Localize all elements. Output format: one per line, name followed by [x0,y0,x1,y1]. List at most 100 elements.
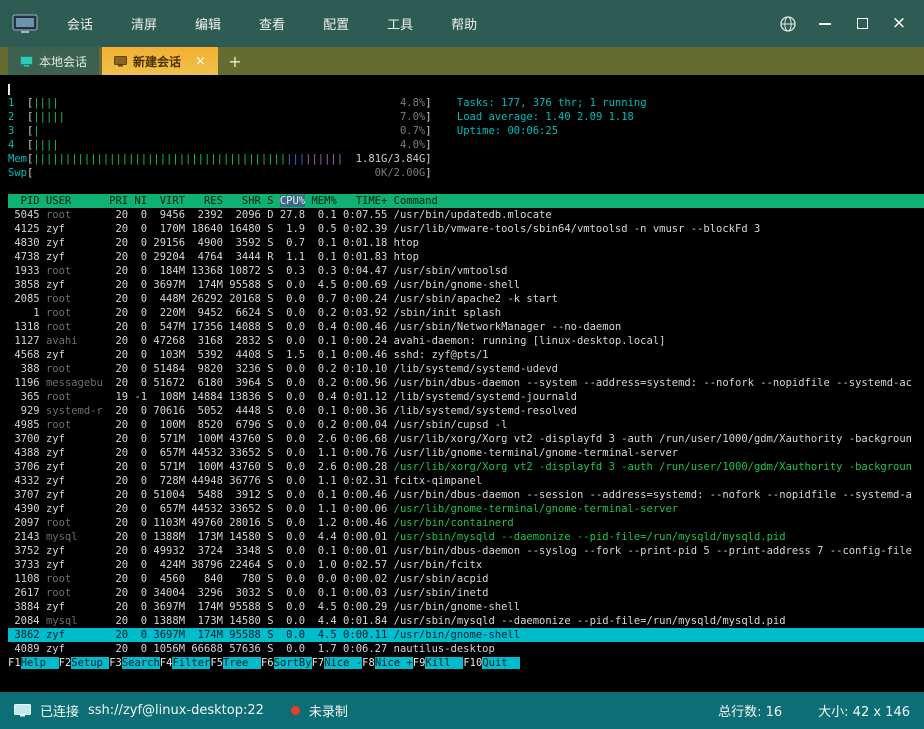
process-row: 365 root 19 -1 108M 14884 13836 S 0.0 0.… [8,390,924,404]
process-row: 1 root 20 0 220M 9452 6624 S 0.0 0.2 0:0… [8,306,924,320]
meter-3: 3 [| 0.7%] Uptime: 00:06:25 [8,124,924,138]
fnlabel-f9[interactable]: Kill [425,657,463,669]
process-row: 3733 zyf 20 0 424M 38796 22464 S 0.0 1.0… [8,558,924,572]
process-row: 3707 zyf 20 0 51004 5488 3912 S 0.0 0.1 … [8,488,924,502]
monitor-icon [114,56,127,67]
maximize-icon [857,18,868,29]
fnkey-f6[interactable]: F6 [261,657,274,669]
window-controls: × [779,15,912,33]
meter-4: 4 [|||| 4.0%] [8,138,924,152]
menu-item-clear-screen[interactable]: 清屏 [112,0,176,47]
fnkey-f9[interactable]: F9 [413,657,426,669]
fnlabel-f1[interactable]: Help [21,657,59,669]
process-row: 4985 root 20 0 100M 8520 6796 S 0.0 0.2 … [8,418,924,432]
close-icon: × [892,15,906,32]
menu-item-session[interactable]: 会话 [48,0,112,47]
process-row: 1127 avahi 20 0 47268 3168 2832 S 0.0 0.… [8,334,924,348]
fnlabel-f8[interactable]: Nice + [375,657,413,669]
monitor-icon [20,56,33,67]
connection-monitor-icon [14,704,31,717]
tab-label: 本地会话 [39,53,87,70]
connection-address: ssh://zyf@linux-desktop:22 [88,703,264,718]
process-row: 1108 root 20 0 4560 840 780 S 0.0 0.0 0:… [8,572,924,586]
tab-label: 新建会话 [133,53,181,70]
cursor-line [8,82,924,96]
process-row: 4830 zyf 20 0 29156 4900 3592 S 0.7 0.1 … [8,236,924,250]
fnlabel-f6[interactable]: SortBy [274,657,312,669]
process-row: 1933 root 20 0 184M 13368 10872 S 0.3 0.… [8,264,924,278]
fnkey-f10[interactable]: F10 [463,657,482,669]
meter-mem: Mem[||||||||||||||||||||||||||||||||||||… [8,152,924,166]
process-row: 4390 zyf 20 0 657M 44532 33652 S 0.0 1.1… [8,502,924,516]
terminal-size: 大小: 42 x 146 [818,701,910,720]
globe-icon[interactable] [779,15,797,33]
process-row: 3706 zyf 20 0 571M 100M 43760 S 0.0 2.6 … [8,460,924,474]
terminal-screen[interactable]: 1 [|||| 4.8%] Tasks: 177, 376 thr; 1 run… [0,75,924,692]
app-icon [12,14,38,34]
process-row: 4332 zyf 20 0 728M 44948 36776 S 0.0 1.1… [8,474,924,488]
menu-item-edit[interactable]: 编辑 [176,0,240,47]
menu-item-view[interactable]: 查看 [240,0,304,47]
process-row: 5045 root 20 0 9456 2392 2096 D 27.8 0.1… [8,208,924,222]
process-row: 2085 root 20 0 448M 26292 20168 S 0.0 0.… [8,292,924,306]
total-lines: 总行数: 16 [718,701,782,720]
process-row: 4568 zyf 20 0 103M 5392 4408 S 1.5 0.1 0… [8,348,924,362]
maximize-button[interactable] [853,15,871,33]
meter-1: 1 [|||| 4.8%] Tasks: 177, 376 thr; 1 run… [8,96,924,110]
process-row: 2084 mysql 20 0 1388M 173M 14580 S 0.0 4… [8,614,924,628]
menu-item-config[interactable]: 配置 [304,0,368,47]
process-row: 3752 zyf 20 0 49932 3724 3348 S 0.0 0.1 … [8,544,924,558]
fnkey-f5[interactable]: F5 [210,657,223,669]
meter-swp: Swp[ 0K/2.00G] [8,166,924,180]
tab-bar: 本地会话 新建会话 × + [0,47,924,75]
fnkey-f3[interactable]: F3 [109,657,122,669]
process-row: 2617 root 20 0 34004 3296 3032 S 0.0 0.1… [8,586,924,600]
tab-close-icon[interactable]: × [195,55,206,68]
fnlabel-f10[interactable]: Quit [482,657,520,669]
tab-new-session[interactable]: 新建会话 × [102,47,218,75]
add-tab-button[interactable]: + [221,47,249,75]
record-dot-icon [291,706,300,715]
process-row: 3700 zyf 20 0 571M 100M 43760 S 0.0 2.6 … [8,432,924,446]
fnlabel-f7[interactable]: Nice - [324,657,362,669]
process-row: 929 systemd-r 20 0 70616 5052 4448 S 0.0… [8,404,924,418]
fnkey-f1[interactable]: F1 [8,657,21,669]
connection-status: 已连接 [40,701,79,720]
process-row: 3862 zyf 20 0 3697M 174M 95588 S 0.0 4.5… [8,628,924,642]
function-key-bar: F1Help F2Setup F3SearchF4FilterF5Tree F6… [8,656,924,670]
process-row: 4388 zyf 20 0 657M 44532 33652 S 0.0 1.1… [8,446,924,460]
process-row: 4089 zyf 20 0 1056M 66688 57636 S 0.0 1.… [8,642,924,656]
fnlabel-f3[interactable]: Search [122,657,160,669]
fnlabel-f4[interactable]: Filter [172,657,210,669]
process-row: 4125 zyf 20 0 170M 18640 16480 S 1.9 0.5… [8,222,924,236]
process-row: 4738 zyf 20 0 29204 4764 3444 R 1.1 0.1 … [8,250,924,264]
status-bar: 已连接 ssh://zyf@linux-desktop:22 未录制 总行数: … [0,692,924,729]
app-window: 会话 清屏 编辑 查看 配置 工具 帮助 × [0,0,924,729]
process-row: 2143 mysql 20 0 1388M 173M 14580 S 0.0 4… [8,530,924,544]
process-row: 3858 zyf 20 0 3697M 174M 95588 S 0.0 4.5… [8,278,924,292]
tab-local-session[interactable]: 本地会话 [8,47,99,75]
fnkey-f7[interactable]: F7 [312,657,325,669]
blank-line [8,180,924,194]
fnlabel-f2[interactable]: Setup [71,657,109,669]
system-info: Tasks: 177, 376 thr; 1 running [457,97,647,109]
fnlabel-f5[interactable]: Tree [223,657,261,669]
fnkey-f2[interactable]: F2 [59,657,72,669]
process-row: 1318 root 20 0 547M 17356 14088 S 0.0 0.… [8,320,924,334]
table-header: PID USER PRI NI VIRT RES SHR S CPU% MEM%… [8,194,924,208]
fnkey-f4[interactable]: F4 [160,657,173,669]
menu-bar: 会话 清屏 编辑 查看 配置 工具 帮助 × [0,0,924,47]
minimize-button[interactable] [816,15,834,33]
close-button[interactable]: × [890,15,908,33]
record-status: 未录制 [309,701,348,720]
minimize-icon [819,23,831,25]
status-right-group: 总行数: 16 大小: 42 x 146 [718,701,910,720]
process-row: 2097 root 20 0 1103M 49760 28016 S 0.0 1… [8,516,924,530]
meter-2: 2 [||||| 7.0%] Load average: 1.40 2.09 1… [8,110,924,124]
sort-column-cpu: CPU% [280,195,305,207]
process-row: 1196 messagebu 20 0 51672 6180 3964 S 0.… [8,376,924,390]
fnkey-f8[interactable]: F8 [362,657,375,669]
process-row: 388 root 20 0 51484 9820 3236 S 0.0 0.2 … [8,362,924,376]
menu-item-tools[interactable]: 工具 [368,0,432,47]
menu-item-help[interactable]: 帮助 [432,0,496,47]
